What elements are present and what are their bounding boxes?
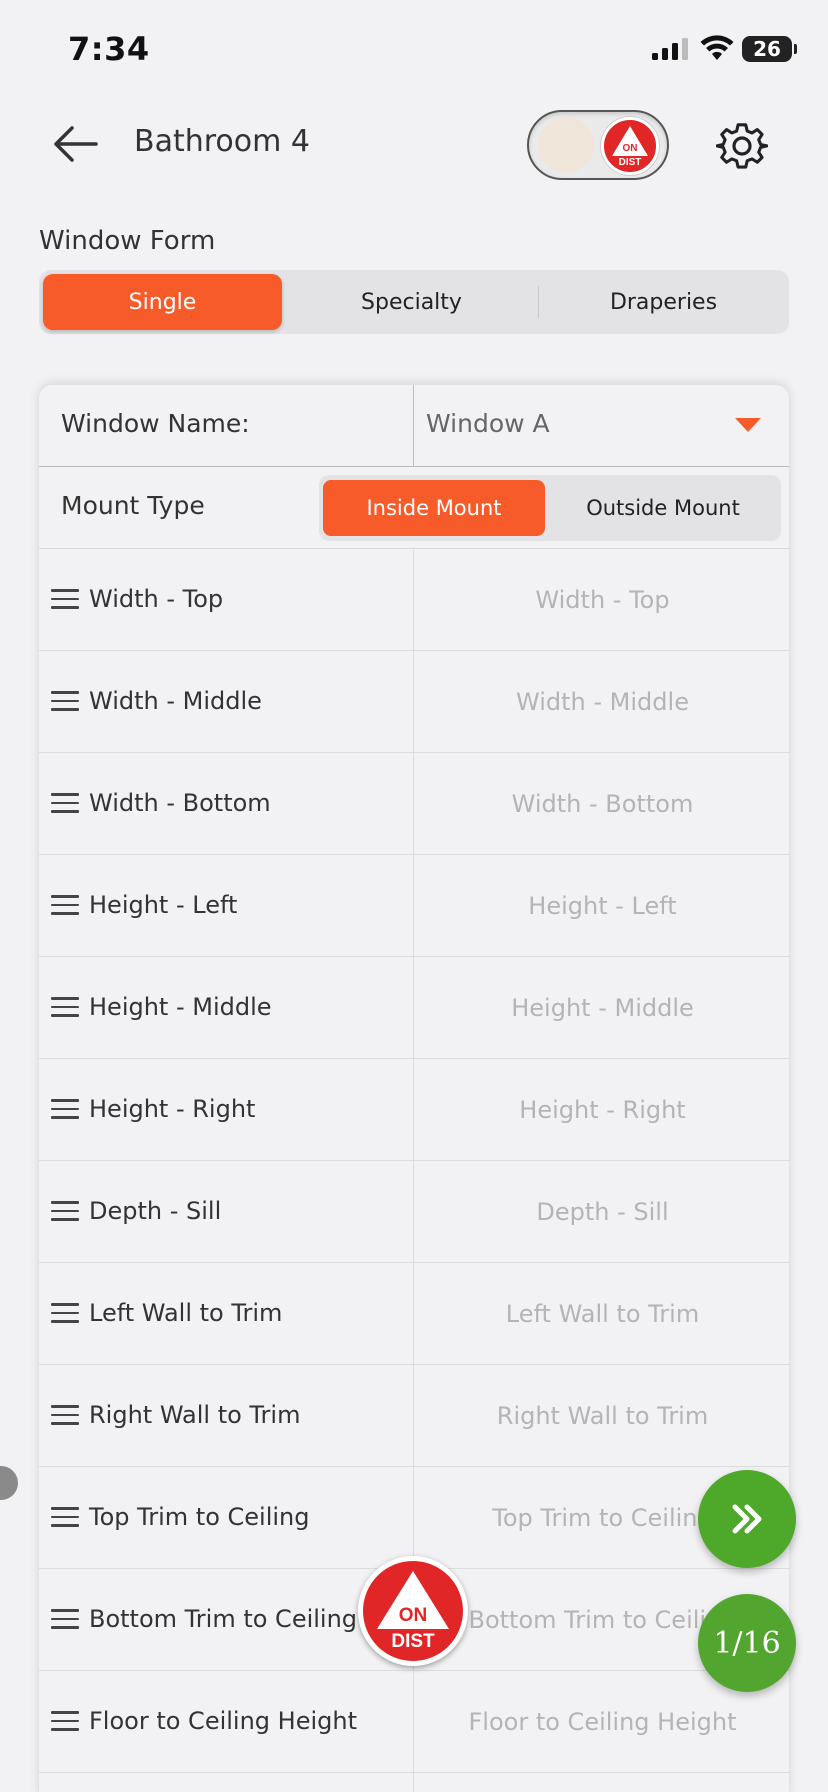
header: Bathroom 4 ON DIST <box>0 100 828 190</box>
gear-icon[interactable] <box>716 120 768 172</box>
measurement-label: Bottom Trim to Ceiling <box>89 1605 358 1633</box>
measurement-input[interactable] <box>414 651 789 753</box>
measurement-row: Top Trim to Ceiling <box>39 1467 789 1569</box>
window-name-value: Window A <box>426 409 550 438</box>
badge-line1: ON <box>399 1605 428 1626</box>
drag-handle-icon[interactable] <box>51 997 79 1017</box>
drag-handle-icon[interactable] <box>51 793 79 813</box>
outside-mount-option[interactable]: Outside Mount <box>549 480 777 536</box>
on-dist-logo-icon: ON DIST <box>601 117 659 175</box>
measurement-row: Height - Right <box>39 1059 789 1161</box>
measurement-row: Floor to Ceiling Height <box>39 1671 789 1773</box>
tab-specialty[interactable]: Specialty <box>289 274 534 330</box>
battery-level: 26 <box>753 37 781 61</box>
measurement-input[interactable] <box>414 1365 789 1467</box>
wifi-icon <box>700 35 734 60</box>
column-divider <box>413 1773 414 1792</box>
measurement-row: Height - Left <box>39 855 789 957</box>
inside-mount-option[interactable]: Inside Mount <box>323 480 545 536</box>
battery-indicator: 26 <box>742 36 797 62</box>
measurement-input[interactable] <box>414 1161 789 1263</box>
status-bar: 7:34 26 <box>0 0 828 100</box>
on-dist-floating-badge[interactable]: ON DIST <box>358 1556 468 1666</box>
toggle-badge-line1: ON <box>623 143 638 154</box>
measurement-label: Depth - Sill <box>89 1197 222 1225</box>
drag-handle-icon[interactable] <box>51 1609 79 1629</box>
measurement-input[interactable] <box>414 1263 789 1365</box>
measurement-row: Right Wall to Trim <box>39 1365 789 1467</box>
mount-type-row: Mount Type Inside Mount Outside Mount <box>39 467 789 549</box>
window-name-row: Window Name: Window A <box>39 385 789 467</box>
caret-down-icon <box>735 418 761 432</box>
drag-handle-icon[interactable] <box>51 1507 79 1527</box>
segment-divider <box>538 286 539 318</box>
tab-draperies[interactable]: Draperies <box>542 274 785 330</box>
double-chevron-right-icon <box>732 1504 762 1534</box>
back-arrow-icon[interactable] <box>52 122 100 166</box>
measurement-label: Left Wall to Trim <box>89 1299 283 1327</box>
measurement-label: Top Trim to Ceiling <box>89 1503 310 1531</box>
window-name-select[interactable]: Window A <box>414 385 789 467</box>
window-form-label: Window Form <box>39 226 216 256</box>
measurement-row: Left Wall to Trim <box>39 1263 789 1365</box>
cellular-signal-icon <box>652 38 688 60</box>
measurement-row <box>39 1773 789 1792</box>
drag-handle-icon[interactable] <box>51 1099 79 1119</box>
measurement-row: Height - Middle <box>39 957 789 1059</box>
measurement-input[interactable] <box>414 549 789 651</box>
window-name-label: Window Name: <box>61 409 250 438</box>
drag-handle-icon[interactable] <box>51 1405 79 1425</box>
measurement-label: Height - Left <box>89 891 238 919</box>
toggle-badge-line2: DIST <box>619 157 642 168</box>
measurement-label: Height - Middle <box>89 993 272 1021</box>
page-title: Bathroom 4 <box>134 124 310 159</box>
measurement-label: Width - Bottom <box>89 789 271 817</box>
on-dist-toggle[interactable]: ON DIST <box>527 110 669 180</box>
next-button[interactable] <box>698 1470 796 1568</box>
badge-line2: DIST <box>391 1631 435 1652</box>
measurement-input[interactable] <box>414 957 789 1059</box>
drag-handle-icon[interactable] <box>51 895 79 915</box>
measurement-input[interactable] <box>414 855 789 957</box>
page-indicator-button[interactable]: 1/16 <box>698 1594 796 1692</box>
measurement-label: Width - Middle <box>89 687 262 715</box>
measurement-label: Floor to Ceiling Height <box>89 1707 357 1735</box>
measurement-label: Height - Right <box>89 1095 256 1123</box>
measurement-row: Width - Middle <box>39 651 789 753</box>
on-dist-logo-icon: ON DIST <box>377 1571 449 1652</box>
drag-handle-icon[interactable] <box>51 1303 79 1323</box>
mount-type-segmented-control: Inside Mount Outside Mount <box>319 475 781 541</box>
window-form-segmented-control: Single Specialty Draperies <box>39 270 789 334</box>
measurement-row: Depth - Sill <box>39 1161 789 1263</box>
measurement-row: Width - Top <box>39 549 789 651</box>
measurement-row: Width - Bottom <box>39 753 789 855</box>
measurement-input[interactable] <box>414 753 789 855</box>
toggle-off-knob <box>538 117 594 173</box>
status-time: 7:34 <box>68 30 150 68</box>
drag-handle-icon[interactable] <box>51 1711 79 1731</box>
assistive-touch-handle[interactable] <box>0 1466 18 1500</box>
measurement-label: Right Wall to Trim <box>89 1401 301 1429</box>
mount-type-label: Mount Type <box>61 491 205 520</box>
measurement-input[interactable] <box>414 1059 789 1161</box>
drag-handle-icon[interactable] <box>51 1201 79 1221</box>
measurement-label: Width - Top <box>89 585 224 613</box>
drag-handle-icon[interactable] <box>51 691 79 711</box>
drag-handle-icon[interactable] <box>51 589 79 609</box>
tab-single[interactable]: Single <box>43 274 282 330</box>
page-indicator: 1/16 <box>713 1625 781 1661</box>
